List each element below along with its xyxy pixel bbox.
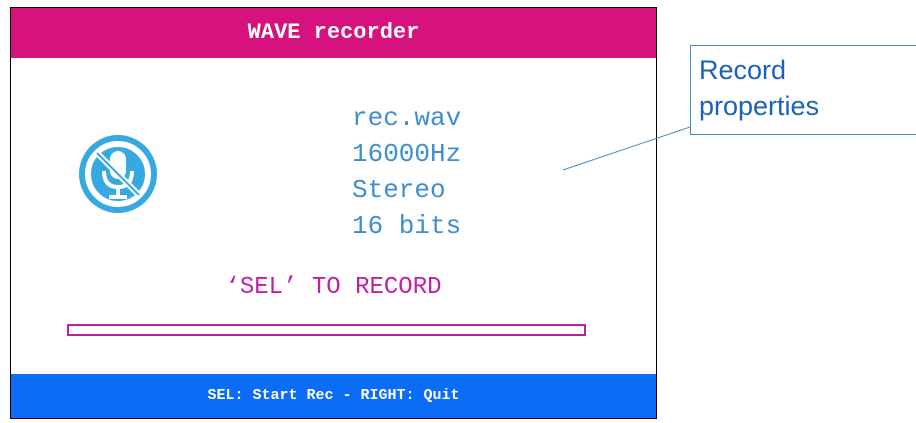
file-name: rec.wav — [352, 103, 462, 133]
channels: Stereo — [352, 175, 446, 205]
sample-rate: 16000Hz — [352, 139, 462, 169]
bit-depth: 16 bits — [352, 211, 462, 241]
status-bar: SEL: Start Rec - RIGHT: Quit — [11, 374, 656, 418]
recorder-screen: WAVE recorder rec.wav 16000Hz Stereo 16 … — [10, 7, 657, 419]
callout-line-1: Record — [699, 55, 787, 85]
record-properties: rec.wav 16000Hz Stereo 16 bits — [352, 100, 461, 244]
recording-progress-bar — [67, 324, 586, 336]
record-properties-callout: Record properties — [690, 45, 916, 135]
title-bar: WAVE recorder — [11, 8, 656, 58]
record-prompt: ‘SEL’ TO RECORD — [225, 274, 442, 301]
callout-line-2: properties — [699, 91, 820, 121]
microphone-muted-icon — [79, 135, 157, 213]
